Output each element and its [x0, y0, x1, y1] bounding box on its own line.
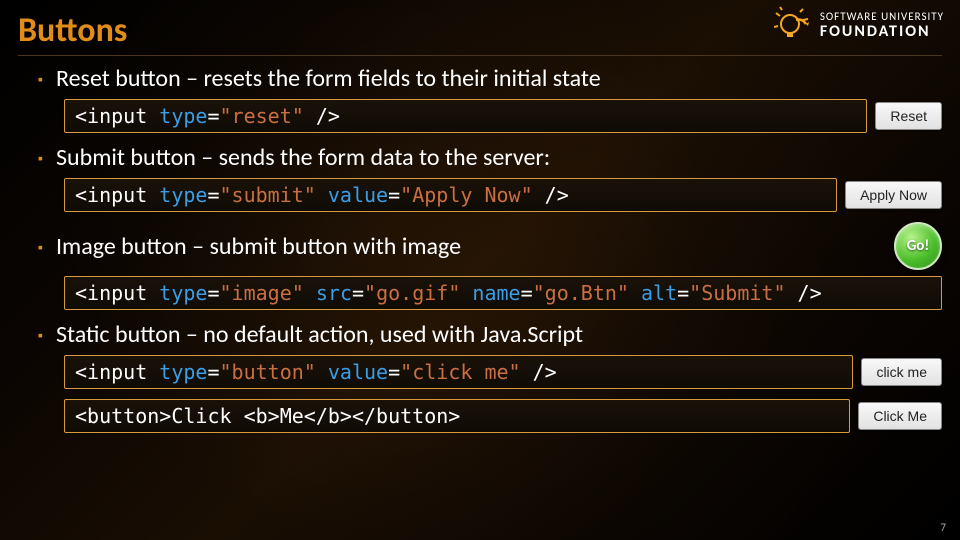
go-button[interactable]: Go!: [894, 222, 942, 270]
lightbulb-icon: [774, 6, 814, 46]
bullet-text: Static button – no default action, used …: [56, 320, 583, 349]
bullet-icon: ▪: [38, 239, 56, 256]
logo-line2: FOUNDATION: [820, 23, 944, 41]
code-block: <input type="submit" value="Apply Now" /…: [64, 178, 837, 212]
code-block: <button>Click <b>Me</b></button>: [64, 399, 850, 433]
code-block: <input type="image" src="go.gif" name="g…: [64, 276, 942, 310]
code-block: <input type="reset" />: [64, 99, 867, 133]
logo: SOFTWARE UNIVERSITY FOUNDATION: [774, 6, 944, 46]
code-row: <input type="submit" value="Apply Now" /…: [64, 178, 942, 212]
demo-button[interactable]: click me: [861, 358, 942, 386]
page-number: 7: [940, 521, 946, 534]
bullet-text: Image button – submit button with image: [56, 232, 461, 261]
code-row: <input type="reset" /> Reset: [64, 99, 942, 133]
bullet-item: ▪Image button – submit button with image…: [38, 222, 942, 270]
code-row: <input type="image" src="go.gif" name="g…: [64, 276, 942, 310]
bullet-icon: ▪: [38, 71, 56, 88]
bullet-icon: ▪: [38, 150, 56, 167]
bullet-text: Submit button – sends the form data to t…: [56, 143, 550, 172]
code-block: <input type="button" value="click me" />: [64, 355, 853, 389]
bullet-item: ▪Static button – no default action, used…: [38, 320, 942, 349]
demo-button[interactable]: Click Me: [858, 402, 942, 430]
code-row: <input type="button" value="click me" />…: [64, 355, 942, 389]
bullet-icon: ▪: [38, 327, 56, 344]
bullet-item: ▪Submit button – sends the form data to …: [38, 143, 942, 172]
demo-button[interactable]: Reset: [875, 102, 942, 130]
demo-button[interactable]: Apply Now: [845, 181, 942, 209]
code-row: <button>Click <b>Me</b></button> Click Me: [64, 399, 942, 433]
bullet-text: Reset button – resets the form fields to…: [56, 64, 601, 93]
bullet-item: ▪Reset button – resets the form fields t…: [38, 64, 942, 93]
